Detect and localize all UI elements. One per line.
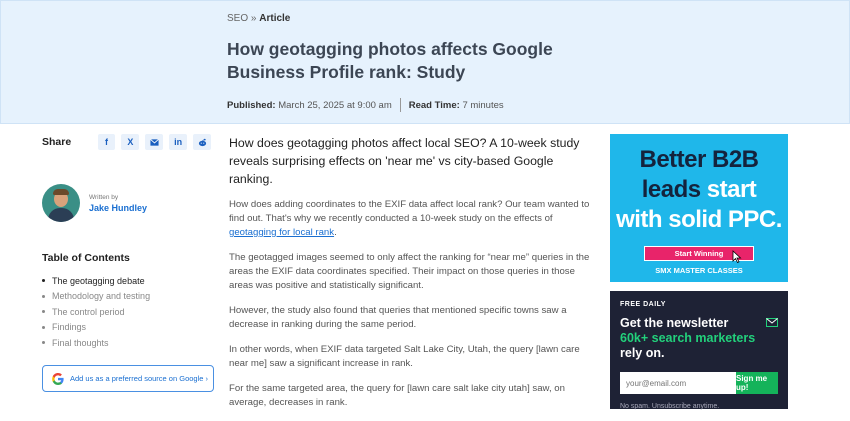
read-time-label: Read Time: <box>408 99 460 111</box>
article-paragraph: The geotagged images seemed to only affe… <box>229 252 590 291</box>
toc-item[interactable]: Final thoughts <box>42 335 217 351</box>
linkedin-icon: in <box>174 137 183 147</box>
ad-headline-1: Better B2B <box>639 146 759 173</box>
newsletter-tag: FREE DAILY <box>620 301 666 308</box>
toc-item-label: Findings <box>52 322 87 333</box>
author-card: Written by Jake Hundley <box>42 184 147 222</box>
ad-headline-2: leads start <box>641 176 757 203</box>
cursor-icon <box>732 250 742 263</box>
toc-item-label: The control period <box>52 306 125 317</box>
toc-item[interactable]: Findings <box>42 320 217 336</box>
article-paragraph: For the same targeted area, the query fo… <box>229 383 565 408</box>
ad-headline-3: with solid PPC. <box>616 206 782 233</box>
sign-up-button[interactable]: Sign me up! <box>736 372 778 394</box>
breadcrumb-separator: » <box>250 13 257 24</box>
google-preferred-source-button[interactable]: Add us as a preferred source on Google › <box>42 365 214 392</box>
newsletter-headline: Get the newsletter 60k+ search marketers… <box>620 316 756 360</box>
article-paragraph: How does adding coordinates to the EXIF … <box>229 199 590 238</box>
breadcrumb-current: Article <box>259 13 291 24</box>
x-share-button[interactable]: X <box>121 134 140 150</box>
mail-icon <box>766 318 778 327</box>
written-by-label: Written by <box>89 193 119 201</box>
email-field[interactable] <box>620 372 736 394</box>
article-lead: How does geotagging photos affect local … <box>229 136 580 186</box>
published-label: Published: <box>227 99 276 111</box>
toc-title: Table of Contents <box>42 252 130 264</box>
toc-item-label: Methodology and testing <box>52 291 151 302</box>
google-preferred-source-label: Add us as a preferred source on Google › <box>70 374 208 383</box>
toc-item[interactable]: Methodology and testing <box>42 289 217 305</box>
article-paragraph: In other words, when EXIF data targeted … <box>229 344 580 369</box>
email-icon <box>149 138 159 146</box>
meta-divider <box>399 98 401 112</box>
geotagging-article-link[interactable]: geotagging for local rank <box>229 227 334 238</box>
facebook-share-button[interactable]: f <box>97 134 116 150</box>
table-of-contents: Table of Contents The geotagging debate … <box>42 252 217 351</box>
smx-ad-banner[interactable]: Better B2B leads start with solid PPC. S… <box>610 134 788 282</box>
ad-brand-logo: SMX MASTER CLASSES <box>655 266 743 275</box>
reddit-icon <box>198 138 206 146</box>
reddit-share-button[interactable] <box>193 134 211 150</box>
article-body: How does geotagging photos affect local … <box>229 134 599 421</box>
published-date: March 25, 2025 at 9:00 am <box>278 99 392 111</box>
read-time-value: 7 minutes <box>462 99 504 111</box>
toc-item-label: Final thoughts <box>52 337 109 348</box>
article-header: SEO » Article How geotagging photos affe… <box>0 0 850 124</box>
newsletter-form: Sign me up! <box>620 372 778 394</box>
x-icon: X <box>127 137 134 147</box>
toc-item-label: The geotagging debate <box>52 275 145 286</box>
avatar[interactable] <box>42 184 80 222</box>
toc-item[interactable]: The geotagging debate <box>42 273 217 289</box>
toc-item[interactable]: The control period <box>42 304 217 320</box>
article-paragraph: However, the study also found that queri… <box>229 305 567 330</box>
linkedin-share-button[interactable]: in <box>169 134 188 150</box>
author-name-link[interactable]: Jake Hundley <box>89 203 147 213</box>
breadcrumb: SEO » Article <box>227 13 290 24</box>
facebook-icon: f <box>105 137 109 147</box>
share-bar: Share f X in <box>42 134 217 150</box>
article-meta: Published: March 25, 2025 at 9:00 am Rea… <box>227 98 504 112</box>
share-label: Share <box>42 136 72 148</box>
breadcrumb-seo-link[interactable]: SEO <box>227 13 248 24</box>
email-share-button[interactable] <box>145 134 164 150</box>
newsletter-signup: FREE DAILY Get the newsletter 60k+ searc… <box>610 291 788 410</box>
google-icon <box>52 372 64 385</box>
page-title: How geotagging photos affects Google Bus… <box>227 39 553 82</box>
